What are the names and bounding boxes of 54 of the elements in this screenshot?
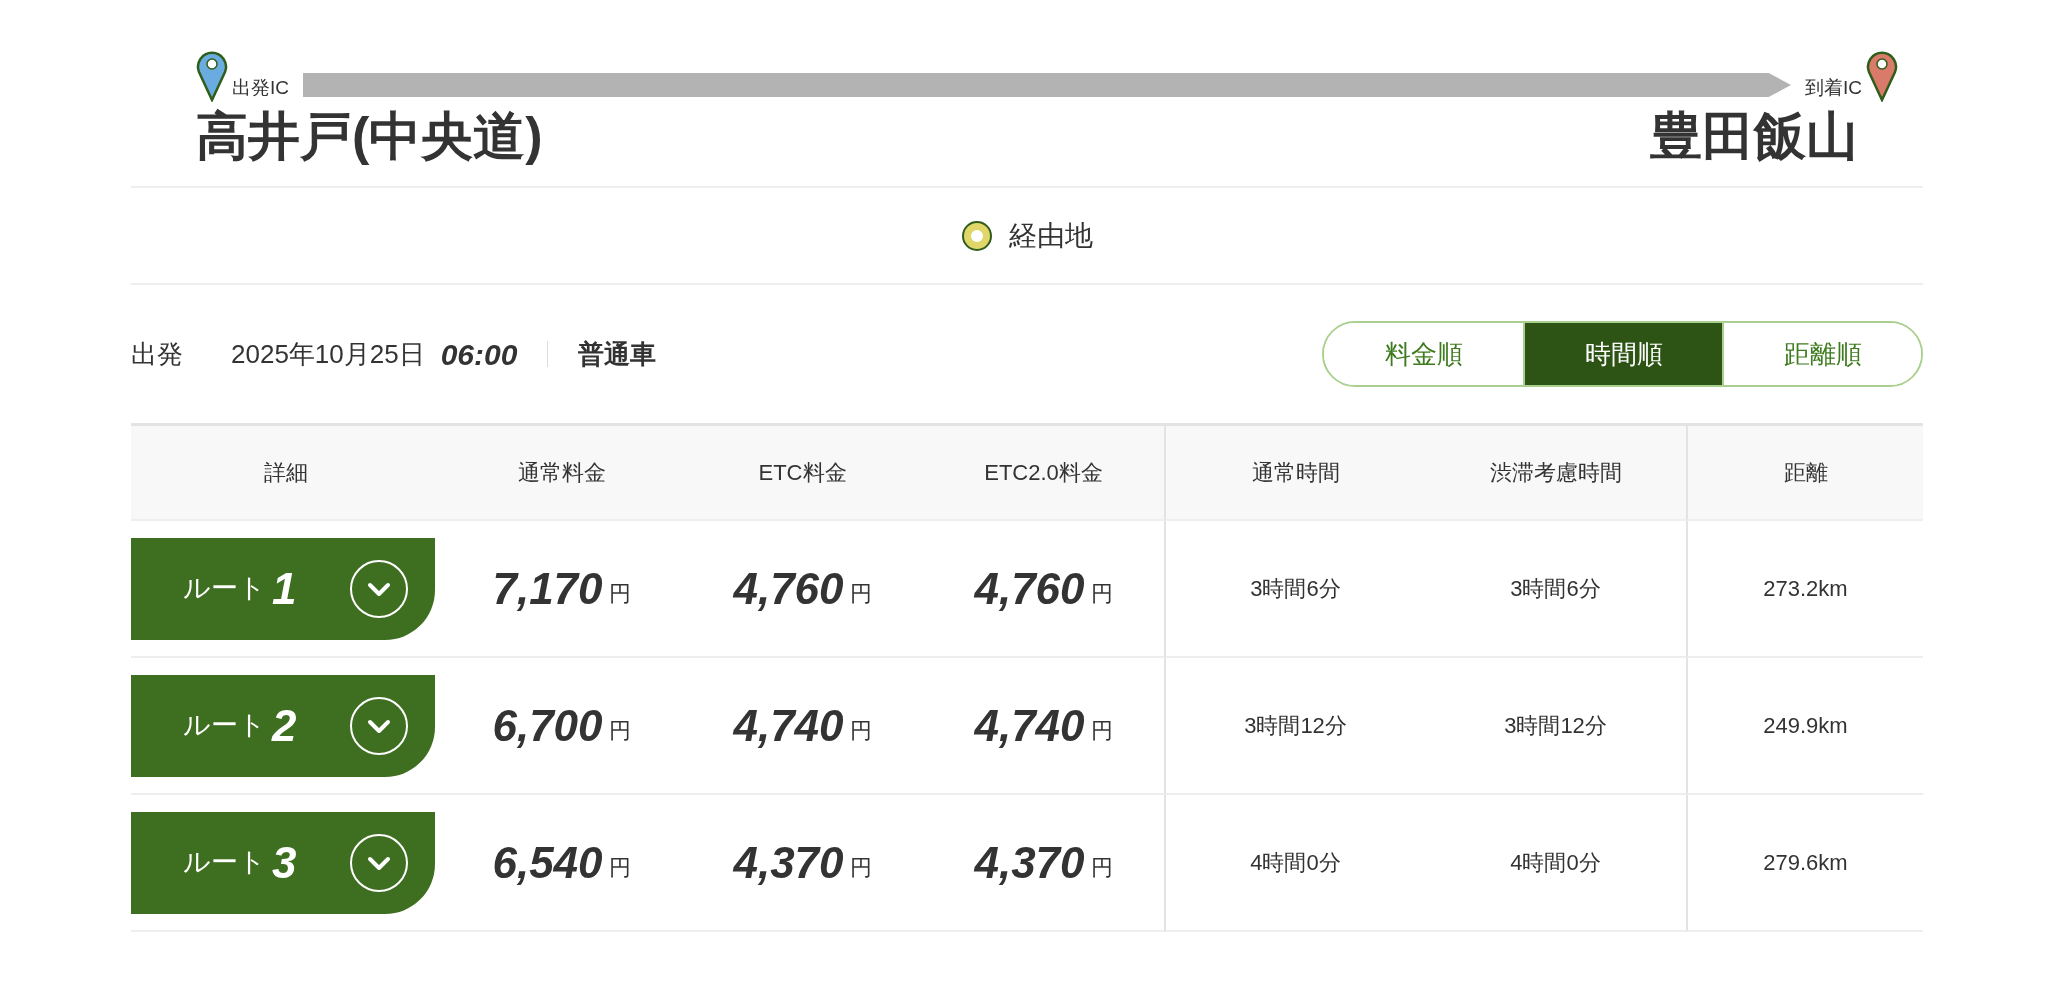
column-header: 通常料金 [517,459,606,488]
departure-date: 2025年10月25日 [231,337,425,371]
column-header: ETC料金 [758,459,847,488]
column-header: 渋滞考慮時間 [1489,459,1622,488]
currency-unit: 円 [608,717,631,746]
column-header: ETC2.0料金 [984,459,1103,488]
column-header: 通常時間 [1251,459,1340,488]
vehicle-type: 普通車 [578,337,657,371]
congestion-time: 3時間12分 [1504,712,1607,741]
route-button[interactable]: ルート 2 [131,674,435,777]
chevron-down-icon [349,832,409,893]
currency-unit: 円 [608,854,631,883]
arrival-name: 豊田飯山 [1650,105,1858,167]
departure-name: 高井戸(中央道) [196,105,543,167]
fee-amount: 4,760 [974,562,1085,615]
congestion-time: 4時間0分 [1510,849,1601,878]
normal-time: 3時間12分 [1244,712,1347,741]
fee-amount: 4,370 [974,836,1085,889]
currency-unit: 円 [608,580,631,609]
sort-tab[interactable]: 距離順 [1722,323,1921,386]
currency-unit: 円 [1090,580,1113,609]
departure-label: 出発 [131,337,183,371]
currency-unit: 円 [849,717,872,746]
map-pin-icon [1866,50,1898,102]
departure-time: 06:00 [440,336,518,373]
currency-unit: 円 [1090,717,1113,746]
normal-time: 3時間6分 [1250,575,1341,604]
departure-label: 出発IC [232,76,289,100]
route-button[interactable]: ルート 1 [131,537,435,640]
currency-unit: 円 [849,580,872,609]
distance: 249.9km [1763,712,1848,741]
fee-amount: 4,740 [974,699,1085,752]
column-header: 距離 [1783,459,1828,488]
distance: 273.2km [1763,575,1848,604]
chevron-down-icon [349,695,409,756]
fee-amount: 6,700 [492,699,603,752]
normal-time: 4時間0分 [1250,849,1341,878]
arrival-label: 到着IC [1805,76,1862,100]
waypoint-icon [961,219,993,252]
currency-unit: 円 [849,854,872,883]
fee-amount: 4,760 [733,562,844,615]
chevron-down-icon [349,558,409,619]
currency-unit: 円 [1090,854,1113,883]
fee-amount: 7,170 [492,562,603,615]
distance: 279.6km [1763,849,1848,878]
fee-amount: 4,740 [733,699,844,752]
fee-amount: 6,540 [492,836,603,889]
sort-tab[interactable]: 時間順 [1523,323,1722,386]
route-button[interactable]: ルート 3 [131,811,435,914]
fee-amount: 4,370 [733,836,844,889]
map-pin-icon [196,50,228,102]
congestion-time: 3時間6分 [1510,575,1601,604]
column-header: 詳細 [264,459,308,488]
waypoint-label: 経由地 [1009,218,1093,253]
